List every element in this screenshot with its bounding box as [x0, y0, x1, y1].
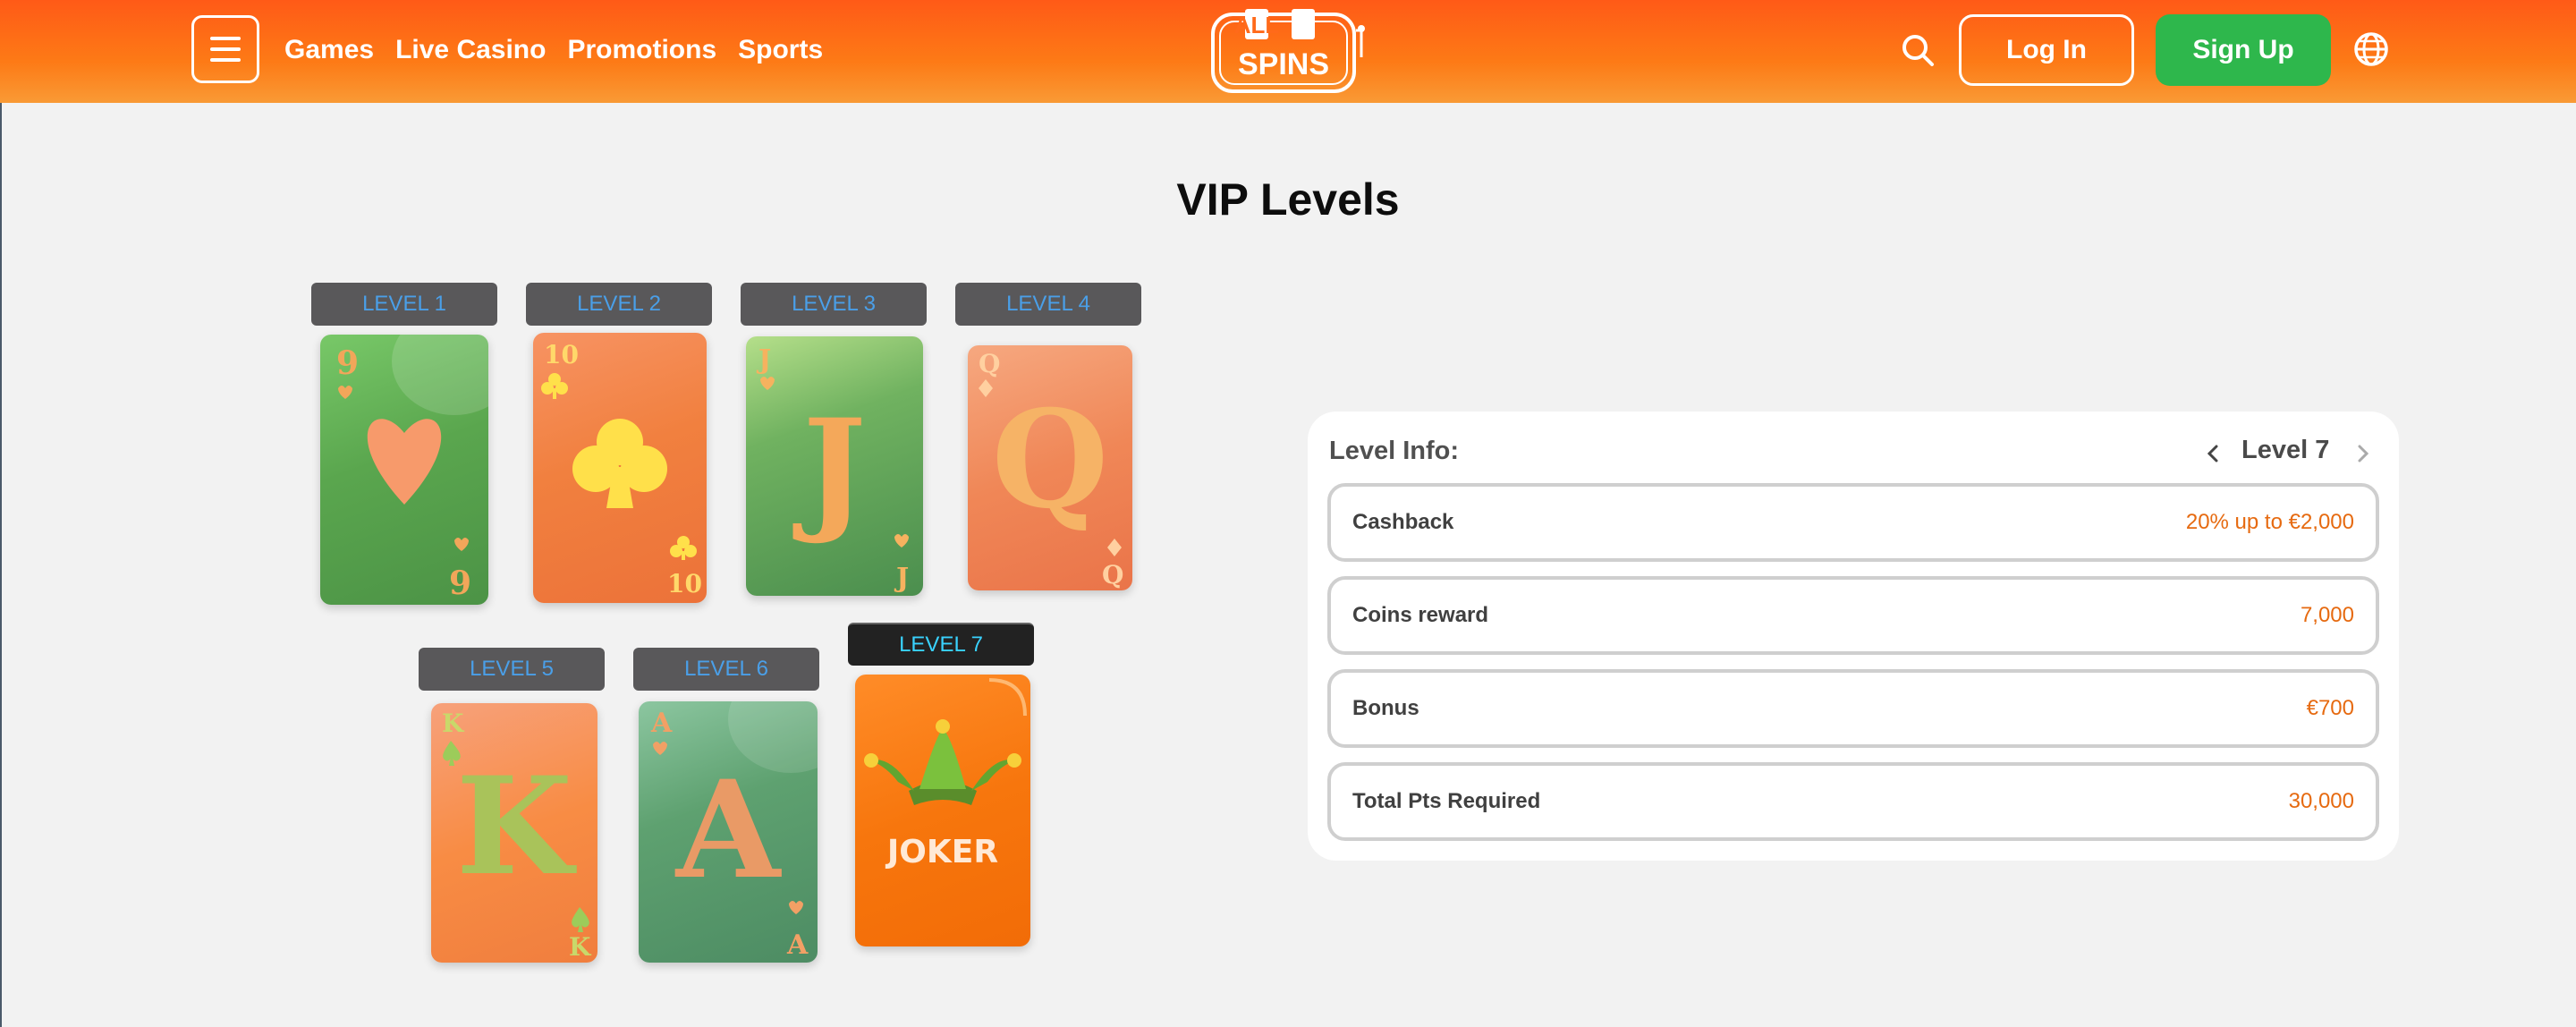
svg-text:A: A — [786, 929, 809, 961]
info-row-total-points: Total Pts Required 30,000 — [1327, 762, 2379, 841]
card-joker: JOKER — [855, 675, 1030, 946]
logo-top-text: ALL — [1234, 12, 1280, 38]
heart-icon — [367, 419, 442, 505]
svg-text:10: 10 — [544, 340, 579, 369]
chevron-left-icon[interactable] — [2204, 444, 2224, 463]
svg-text:K: K — [569, 932, 592, 962]
info-row-cashback: Cashback 20% up to €2,000 — [1327, 483, 2379, 562]
info-row-bonus: Bonus €700 — [1327, 669, 2379, 748]
info-row-label: Bonus — [1352, 696, 1419, 720]
nav-sports[interactable]: Sports — [738, 35, 823, 65]
nav-games[interactable]: Games — [284, 35, 374, 65]
svg-text:Q: Q — [1102, 560, 1123, 590]
level-tag: LEVEL 6 — [633, 648, 819, 691]
level-tag: LEVEL 4 — [955, 283, 1141, 326]
signup-button[interactable]: Sign Up — [2156, 14, 2331, 86]
level-info-title: Level Info: — [1329, 437, 1460, 465]
card-nine-of-hearts: 9 9 — [320, 335, 488, 605]
card-center-rank: J — [793, 390, 867, 547]
card-center-rank: Q — [992, 381, 1109, 539]
level-tag: LEVEL 5 — [419, 648, 605, 691]
site-header: Games Live Casino Promotions Sports ALL … — [0, 0, 2576, 103]
nav-promotions[interactable]: Promotions — [567, 35, 716, 65]
info-row-label: Coins reward — [1352, 603, 1489, 627]
card-center-rank: K — [456, 748, 577, 905]
jester-hat-icon — [864, 719, 1021, 805]
info-row-coins-reward: Coins reward 7,000 — [1327, 576, 2379, 655]
level-tag-active: LEVEL 7 — [848, 623, 1034, 666]
chevron-right-icon[interactable] — [2352, 444, 2372, 463]
card-ace-of-hearts: A A A — [639, 701, 818, 963]
window-edge — [0, 0, 2, 1027]
current-level-label: Level 7 — [2241, 436, 2330, 464]
login-button[interactable]: Log In — [1959, 14, 2134, 86]
svg-text:9: 9 — [449, 564, 471, 602]
svg-text:K: K — [442, 709, 465, 738]
info-row-value: 30,000 — [2288, 789, 2354, 813]
diamond-icon — [979, 379, 993, 397]
logo-bottom-text: SPINS — [1238, 47, 1329, 81]
menu-button[interactable] — [191, 15, 259, 83]
main-nav: Games Live Casino Promotions Sports — [284, 0, 823, 100]
svg-text:J: J — [894, 563, 909, 594]
info-row-value: 20% up to €2,000 — [2185, 510, 2354, 534]
card-ten-of-clubs: 10 10 — [533, 333, 707, 603]
info-row-value: 7,000 — [2300, 603, 2354, 627]
club-icon — [541, 373, 568, 399]
site-logo[interactable]: ALL SPINS — [1208, 4, 1368, 97]
level-tag: LEVEL 3 — [741, 283, 927, 326]
card-queen-of-diamonds: Q Q Q — [968, 345, 1132, 590]
level-tag: LEVEL 2 — [526, 283, 712, 326]
svg-text:9: 9 — [336, 344, 359, 382]
svg-text:10: 10 — [667, 569, 702, 598]
info-row-label: Total Pts Required — [1352, 789, 1541, 813]
hamburger-menu-icon — [210, 37, 241, 40]
card-jack-of-hearts: J J J — [746, 336, 923, 596]
nav-live-casino[interactable]: Live Casino — [395, 35, 546, 65]
svg-text:Q: Q — [979, 349, 1000, 378]
search-icon[interactable] — [1900, 32, 1936, 68]
level-tag: LEVEL 1 — [311, 283, 497, 326]
page-title: VIP Levels — [1176, 174, 1400, 225]
card-center-rank: A — [674, 751, 783, 909]
info-row-label: Cashback — [1352, 510, 1454, 534]
svg-text:J: J — [756, 344, 771, 376]
level-info-panel: Level Info: Level 7 Cashback 20% up to €… — [1308, 412, 2399, 861]
globe-icon[interactable] — [2352, 30, 2390, 68]
club-icon — [572, 419, 667, 508]
card-king-of-spades: K K K — [431, 703, 597, 963]
info-row-value: €700 — [2306, 696, 2354, 720]
joker-label: JOKER — [885, 834, 998, 870]
svg-text:A: A — [650, 708, 673, 739]
